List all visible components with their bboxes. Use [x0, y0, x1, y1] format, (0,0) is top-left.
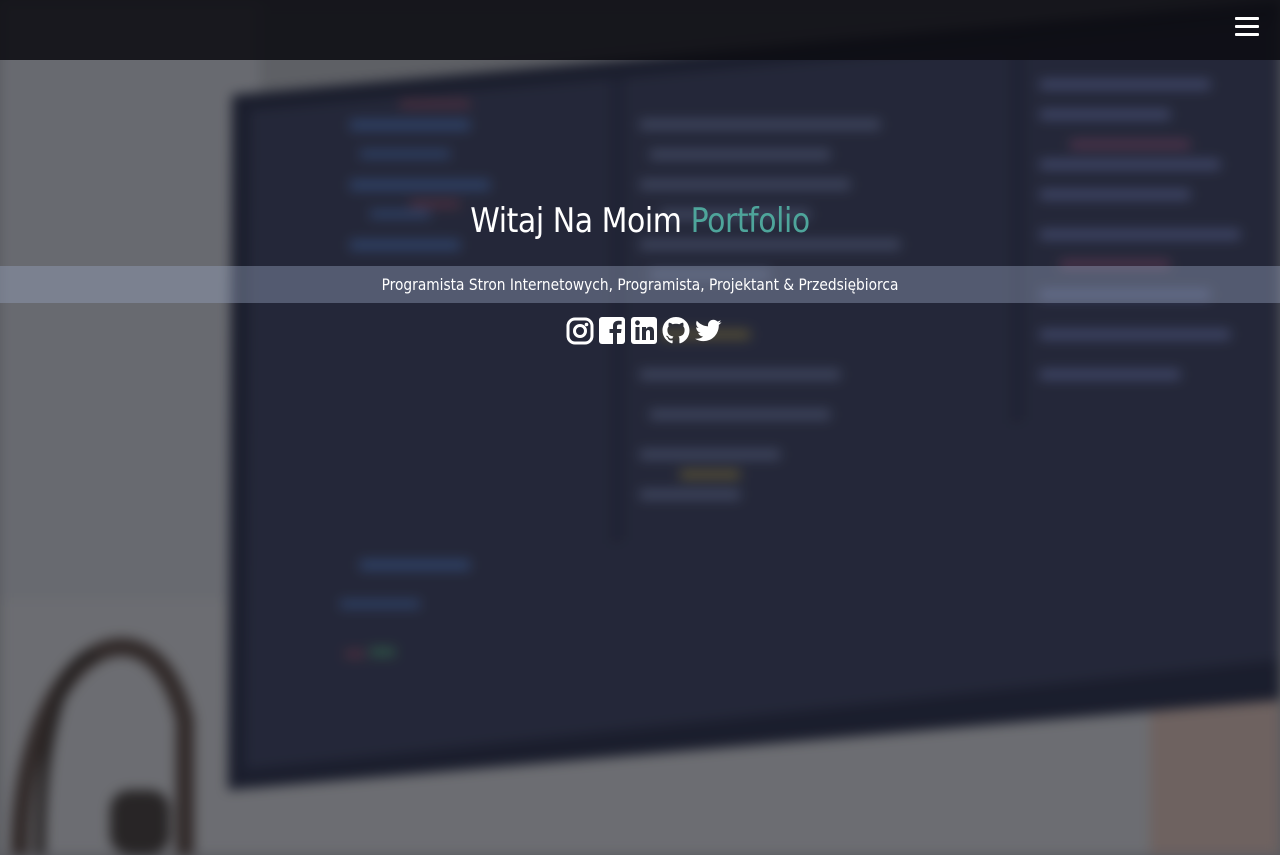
github-link[interactable] [661, 314, 691, 346]
hero-title-accent: Portfolio [690, 201, 811, 241]
hero-subtitle: Programista Stron Internetowych, Program… [381, 275, 899, 294]
background-overlay [0, 0, 1280, 855]
social-links [565, 313, 722, 347]
top-navbar [0, 0, 1280, 60]
facebook-icon [599, 317, 625, 344]
linkedin-icon [631, 317, 657, 344]
facebook-link[interactable] [597, 314, 627, 346]
hamburger-menu-button[interactable] [1230, 13, 1264, 47]
twitter-link[interactable] [693, 314, 723, 346]
page: Witaj Na Moim Portfolio Programista Stro… [0, 0, 1280, 855]
linkedin-link[interactable] [629, 314, 659, 346]
instagram-icon [566, 317, 594, 345]
github-icon [662, 317, 690, 344]
instagram-link[interactable] [565, 314, 595, 346]
hamburger-menu-icon [1235, 17, 1259, 20]
hero-title: Witaj Na Moim Portfolio [77, 201, 1203, 241]
hero-title-main: Witaj Na Moim [470, 201, 691, 241]
twitter-icon [695, 319, 722, 342]
